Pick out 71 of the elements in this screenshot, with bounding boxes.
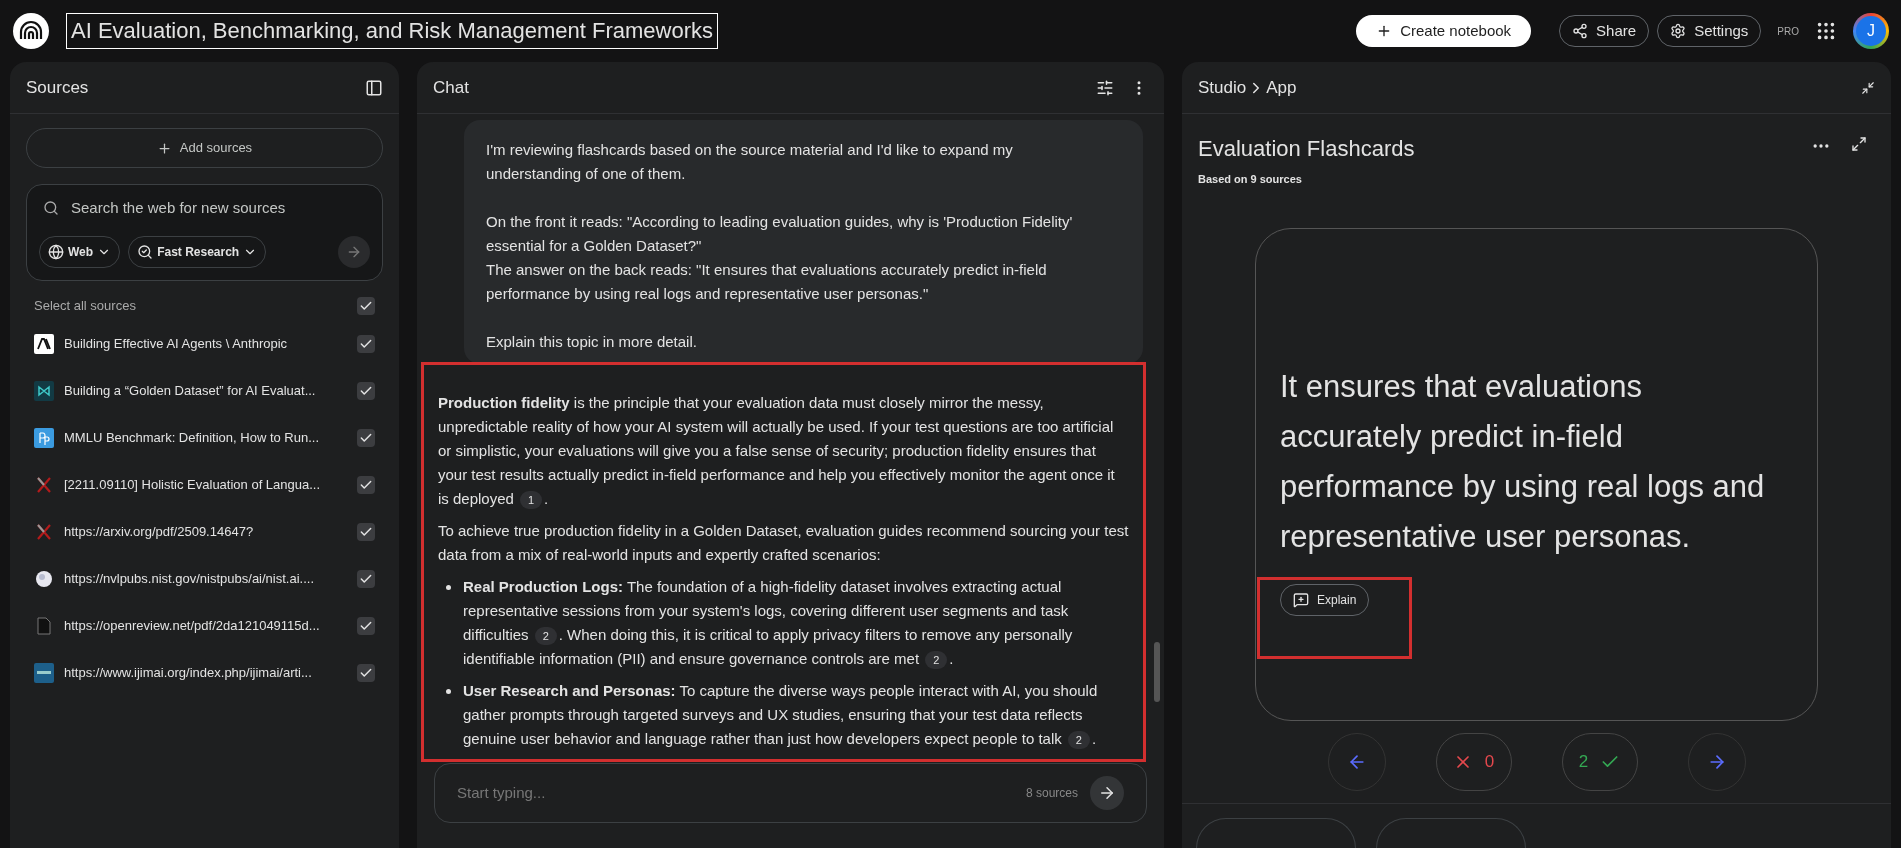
breadcrumb-link[interactable]: Studio	[1198, 74, 1247, 101]
apps-grid-icon[interactable]	[1815, 20, 1837, 42]
checkmark-icon	[359, 431, 373, 445]
message-field[interactable]: Start typing...	[457, 781, 1014, 805]
search-field[interactable]: Search the web for new sources	[71, 197, 366, 220]
flashcard[interactable]: It ensures that evaluations accurately predict in-field performance by using real logs and representative user personas. Explain	[1255, 227, 1818, 721]
checkbox[interactable]	[357, 476, 375, 494]
bullet-icon	[446, 689, 451, 694]
app-logo-icon[interactable]	[12, 12, 50, 50]
send-button[interactable]	[1090, 776, 1124, 810]
checkbox[interactable]	[357, 296, 375, 315]
checkbox[interactable]	[357, 523, 375, 541]
chat-plus-icon	[1293, 592, 1309, 609]
arrow-right-icon	[1098, 784, 1116, 802]
settings-icon	[1670, 23, 1687, 39]
source-item[interactable]: Building a “Golden Dataset” for AI Evaluat...	[26, 367, 383, 415]
assistant-response: Production fidelity is the principle that your evaluation data must closely mirror the messy, unpredictable reality of how your AI system will actually be used. If your test questions are too artificial or simplistic, your evaluations will give you a false sense of security; production fidelity ensures that your test results actually predict in-field performance and help you effectively monitor the agent once it is deployed 1 . To achieve true production fidelity in a Golden Dataset, evaluation guides recommend sourcing your test data from a mix of real-world inputs and expertly crafted scenarios: Real Production Logs: The foundation of a high-fidelity dataset involves extracting actual representative sessions from your system's logs, covering different user segments and task difficulties 2 . When doing this, it is critical to apply privacy filters to remove any personally identifiable information (PII) and ensure governance controls are met 2 . User Research and Personas: To capture the diverse ways people interact with AI, you should gather prompts through targeted surveys and UX studies, ensuring that your test data reflects genuine user behavior and language rather than just how developers expect people to talk 2 .	[424, 365, 1143, 759]
bullet-icon	[446, 585, 451, 590]
search-icon	[43, 200, 59, 217]
journal-logo-icon	[34, 663, 54, 683]
sliders-icon[interactable]	[1096, 78, 1114, 97]
scrollbar-thumb[interactable]	[1154, 642, 1160, 702]
checkbox[interactable]	[357, 335, 375, 353]
notebook-title-field[interactable]: AI Evaluation, Benchmarking, and Risk Management Frameworks	[66, 13, 718, 49]
panel-title: Sources	[26, 76, 89, 99]
checkmark-icon	[359, 666, 373, 680]
checkmark-icon	[359, 525, 373, 539]
checkbox[interactable]	[357, 570, 375, 588]
expand-icon[interactable]	[1851, 136, 1867, 152]
checkbox[interactable]	[357, 617, 375, 635]
panel-title: Chat	[433, 76, 469, 99]
submit-search-button[interactable]	[338, 235, 370, 268]
checkmark-icon	[359, 572, 373, 586]
globe-logo-icon	[34, 569, 54, 589]
checkmark-icon	[359, 337, 373, 351]
flashcards-subtitle: Based on 9 sources	[1198, 172, 1303, 187]
collapse-panel-icon[interactable]	[365, 78, 383, 97]
globe-icon	[48, 243, 64, 260]
checkbox[interactable]	[357, 429, 375, 447]
source-item[interactable]: https://openreview.net/pdf/2da121049115d...	[26, 602, 383, 650]
source-item[interactable]: https://arxiv.org/pdf/2509.14647?	[26, 508, 383, 556]
checkbox[interactable]	[357, 382, 375, 400]
flashcards-title: Evaluation Flashcards	[1198, 135, 1415, 163]
checkbox[interactable]	[357, 664, 375, 682]
share-icon	[1572, 23, 1589, 39]
checkmark-icon	[359, 384, 373, 398]
select-all-label: Select all sources	[34, 296, 136, 315]
sparkle-search-icon	[137, 243, 154, 260]
source-item[interactable]: https://nvlpubs.nist.gov/nistpubs/ai/nist.ai....	[26, 555, 383, 603]
cross-logo-icon	[34, 475, 54, 495]
document-icon	[34, 616, 54, 636]
chat-input[interactable]: Start typing... 8 sources	[434, 763, 1147, 823]
breadcrumb-current: App	[1266, 76, 1297, 99]
source-count: 8 sources	[1025, 785, 1078, 802]
cross-logo-icon	[34, 522, 54, 542]
checkmark-icon	[359, 619, 373, 633]
user-message: I'm reviewing flashcards based on the source material and I'd like to expand my understanding of one of them. On the front it reads: "According to leading evaluation guides, why is 'Production Fidelity' essential for a Golden Dataset?" The answer on the back reads: "It ensures that evaluations accurately predict in-field performance by using real logs and representative user personas." Explain this topic in more detail.	[464, 120, 1143, 364]
source-item[interactable]: MMLU Benchmark: Definition, How to Run...	[26, 414, 383, 462]
bowtie-logo-icon	[34, 381, 54, 401]
source-item[interactable]: Building Effective AI Agents \ Anthropic	[26, 320, 383, 368]
source-item[interactable]: [2211.09110] Holistic Evaluation of Langua...	[26, 461, 383, 509]
square-logo-icon	[34, 428, 54, 448]
flashcard-answer: It ensures that evaluations accurately predict in-field performance by using real logs and representative user personas.	[1280, 368, 1766, 557]
plan-label: PRO	[1777, 24, 1799, 39]
collapse-icon[interactable]	[1861, 80, 1875, 95]
letter-logo-icon	[34, 334, 54, 354]
source-item[interactable]: https://www.ijimai.org/index.php/ijimai/arti...	[26, 649, 383, 697]
create-notebook-button[interactable]: Create notebook	[1356, 15, 1532, 47]
plus-icon	[156, 140, 172, 156]
checkmark-icon	[359, 478, 373, 492]
user-avatar[interactable]: J	[1853, 13, 1889, 49]
